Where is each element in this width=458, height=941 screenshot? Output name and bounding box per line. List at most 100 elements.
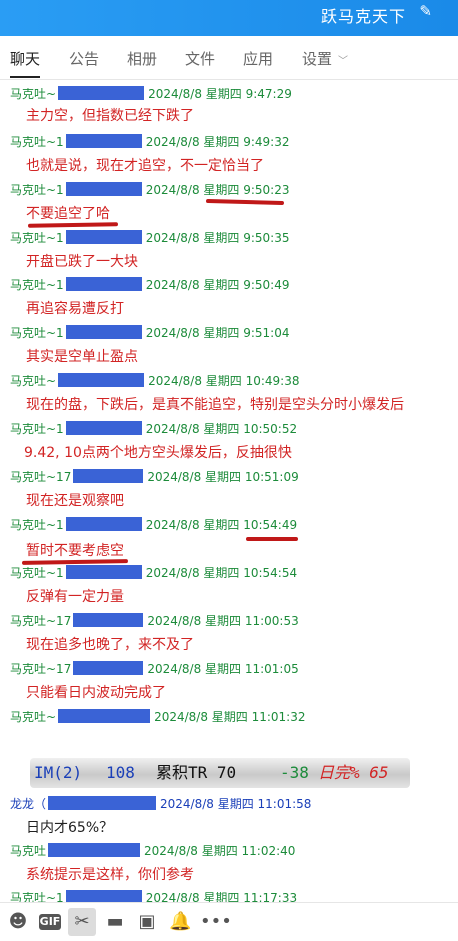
message-text: 系统提示是这样，你们参考	[26, 867, 194, 883]
message-text: 主力空，但指数已经下跌了	[26, 108, 194, 124]
sender-name: 马克吐~1	[10, 566, 64, 580]
sender-name: 马克吐~17	[10, 470, 72, 484]
annotation-underline	[205, 198, 285, 206]
sender-name: 马克吐~	[10, 374, 57, 388]
chevron-down-icon: ﹀	[338, 56, 349, 67]
sender-name: 马克吐~1	[10, 278, 64, 292]
message-time: 2024/8/8 星期四 10:49:38	[148, 374, 300, 388]
stock-value: 108	[106, 763, 135, 782]
message-text: 不要追空了哈	[26, 206, 110, 222]
redacted-block	[65, 230, 142, 244]
sender-name: 马克吐~1	[10, 422, 64, 436]
tab-files[interactable]: 文件	[185, 48, 215, 78]
redacted-block	[58, 373, 145, 387]
emoji-icon[interactable]: ☻	[7, 911, 29, 933]
message-text: 反弹有一定力量	[26, 589, 124, 605]
sender-name: 马克吐~17	[10, 662, 72, 676]
title-bar: 跃马克天下 ✎	[0, 0, 458, 36]
stock-label: 累积TR 70	[156, 763, 237, 782]
message-text: 日内才65%？	[26, 820, 114, 836]
message-time: 2024/8/8 星期四 9:47:29	[148, 87, 292, 101]
tab-chat[interactable]: 聊天	[10, 48, 41, 78]
more-icon[interactable]: •••	[200, 911, 232, 933]
annotation-underline	[246, 537, 298, 541]
redacted-block	[65, 182, 142, 196]
redacted-block	[65, 890, 142, 902]
redacted-block	[48, 843, 141, 857]
redacted-block	[65, 134, 142, 148]
sender-name: 马克吐~1	[10, 135, 64, 149]
redacted-block	[48, 796, 157, 810]
message-header: 马克吐 2024/8/8 星期四 11:02:40	[10, 843, 295, 859]
bell-icon[interactable]: 🔔	[169, 911, 191, 933]
message-time: 2024/8/8 星期四 9:50:49	[145, 278, 290, 292]
message-header: 龙龙（ 2024/8/8 星期四 11:01:58	[10, 796, 311, 812]
message-text: 现在追多也晚了，来不及了	[26, 637, 194, 653]
redacted-block	[73, 613, 144, 627]
message-text: 也就是说，现在才追空，不一定恰当了	[26, 158, 264, 174]
message-text: 现在还是观察吧	[26, 493, 124, 509]
message-text: 9.42, 10点两个地方空头爆发后，反抽很快	[24, 445, 292, 461]
message-time: 2024/8/8 星期四 11:01:58	[160, 797, 312, 811]
sender-name: 马克吐	[10, 844, 47, 858]
message-text: 现在的盘，下跌后，是真不能追空，特别是空头分时小爆发后	[26, 397, 404, 413]
message-time: 2024/8/8 星期四 9:50:23	[145, 183, 290, 197]
message-time: 2024/8/8 星期四 9:51:04	[145, 326, 290, 340]
scissors-icon[interactable]: ✂	[68, 908, 96, 936]
message-time: 2024/8/8 星期四 10:54:54	[145, 566, 298, 580]
redacted-block	[58, 709, 151, 723]
message-header: 马克吐~1 2024/8/8 星期四 10:54:49	[10, 517, 297, 533]
message-text: 只能看日内波动完成了	[26, 685, 166, 701]
message-header: 马克吐~1 2024/8/8 星期四 10:50:52	[10, 421, 297, 437]
edit-icon[interactable]: ✎	[419, 2, 432, 20]
folder-icon[interactable]: ▬	[104, 911, 126, 933]
sender-name: 马克吐~	[10, 710, 57, 724]
redacted-block	[58, 86, 145, 100]
message-header: 马克吐~17 2024/8/8 星期四 11:01:05	[10, 661, 299, 677]
redacted-block	[73, 661, 144, 675]
message-header: 马克吐~1 2024/8/8 星期四 9:50:35	[10, 230, 290, 246]
redacted-block	[65, 277, 142, 291]
tab-announcement[interactable]: 公告	[69, 48, 99, 78]
message-header: 马克吐~1 2024/8/8 星期四 9:50:49	[10, 277, 290, 293]
chat-history[interactable]: 马克吐~ 2024/8/8 星期四 9:47:29 主力空，但指数已经下跌了 马克…	[0, 80, 458, 902]
message-time: 2024/8/8 星期四 11:01:32	[154, 710, 306, 724]
message-time: 2024/8/8 星期四 10:54:49	[145, 518, 298, 532]
sender-name: 马克吐~1	[10, 891, 64, 902]
message-time: 2024/8/8 星期四 10:50:52	[145, 422, 298, 436]
tab-bar: 聊天 公告 相册 文件 应用 设置 ﹀	[0, 36, 458, 80]
message-time: 2024/8/8 星期四 10:51:09	[147, 470, 299, 484]
message-header: 马克吐~ 2024/8/8 星期四 11:01:32	[10, 709, 305, 725]
message-header: 马克吐~17 2024/8/8 星期四 11:00:53	[10, 613, 299, 629]
tab-album[interactable]: 相册	[127, 48, 157, 78]
message-time: 2024/8/8 星期四 11:17:33	[145, 891, 298, 902]
stock-change: -38	[280, 763, 309, 782]
sender-name: 马克吐~1	[10, 326, 64, 340]
gif-icon[interactable]: GIF	[39, 914, 61, 930]
message-header: 马克吐~1 2024/8/8 星期四 9:50:23	[10, 182, 290, 198]
message-header: 马克吐~ 2024/8/8 星期四 9:47:29	[10, 86, 292, 102]
message-text: 开盘已跌了一大块	[26, 254, 138, 270]
tab-apps[interactable]: 应用	[243, 48, 273, 78]
sender-name: 马克吐~17	[10, 614, 72, 628]
stock-quote-image[interactable]: IM(2) 108 累积TR 70 -38 日完% 65	[30, 758, 410, 788]
annotation-underline	[27, 222, 119, 228]
tab-settings[interactable]: 设置 ﹀	[302, 48, 348, 78]
input-toolbar: ☻ GIF ✂ ▬ ▣ 🔔 •••	[0, 902, 458, 941]
message-header: 马克吐~1 2024/8/8 星期四 11:17:33	[10, 890, 297, 902]
message-time: 2024/8/8 星期四 9:49:32	[145, 135, 290, 149]
message-header: 马克吐~17 2024/8/8 星期四 10:51:09	[10, 469, 299, 485]
message-time: 2024/8/8 星期四 9:50:35	[145, 231, 290, 245]
stock-symbol: IM(2)	[34, 763, 83, 782]
redacted-block	[73, 469, 144, 483]
redacted-block	[65, 517, 142, 531]
sender-name: 马克吐~	[10, 87, 57, 101]
message-header: 马克吐~1 2024/8/8 星期四 9:51:04	[10, 325, 290, 341]
message-time: 2024/8/8 星期四 11:02:40	[144, 844, 296, 858]
group-title: 跃马克天下	[320, 7, 406, 26]
message-header: 马克吐~ 2024/8/8 星期四 10:49:38	[10, 373, 299, 389]
message-text: 其实是空单止盈点	[26, 349, 138, 365]
image-icon[interactable]: ▣	[136, 911, 158, 933]
message-text: 再追容易遭反打	[26, 301, 124, 317]
message-header: 马克吐~1 2024/8/8 星期四 9:49:32	[10, 134, 290, 150]
